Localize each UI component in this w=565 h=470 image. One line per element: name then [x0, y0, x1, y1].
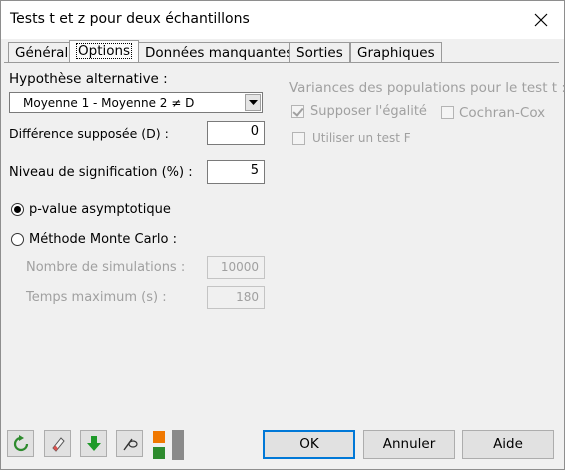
- simulations-label: Nombre de simulations :: [26, 260, 186, 275]
- help-button[interactable]: Aide: [462, 430, 554, 459]
- variances-label: Variances des populations pour le test t…: [289, 80, 565, 96]
- reset-button[interactable]: [7, 430, 34, 457]
- close-button[interactable]: [518, 1, 564, 39]
- dropdown-button[interactable]: [245, 94, 261, 111]
- max-time-label: Temps maximum (s) :: [26, 290, 167, 305]
- eraser-icon: [51, 436, 65, 452]
- layout-toggle-button[interactable]: [152, 430, 166, 460]
- chevron-down-icon: [248, 99, 258, 105]
- move-down-button[interactable]: [80, 430, 107, 457]
- alt-hypothesis-value: Moyenne 1 - Moyenne 2 ≠ D: [23, 96, 195, 110]
- tab-options[interactable]: Options: [69, 40, 140, 63]
- reset-icon: [13, 434, 28, 451]
- tab-general[interactable]: Général: [8, 42, 76, 63]
- difference-input[interactable]: 0: [207, 121, 265, 145]
- ok-button[interactable]: OK: [263, 430, 355, 459]
- difference-label: Différence supposée (D) :: [9, 126, 169, 141]
- significance-input[interactable]: 5: [207, 160, 265, 184]
- layout-toggle-bar[interactable]: [172, 430, 184, 460]
- layout-toggle-icon: [153, 431, 165, 459]
- f-test-checkbox[interactable]: [292, 132, 305, 145]
- window-title: Tests t et z pour deux échantillons: [10, 11, 250, 27]
- max-time-input[interactable]: 180: [207, 286, 265, 309]
- cochran-cox-checkbox[interactable]: [441, 106, 454, 119]
- tab-charts[interactable]: Graphiques: [350, 42, 442, 63]
- equal-variance-label: Supposer l'égalité: [310, 104, 427, 119]
- f-test-label: Utiliser un test F: [312, 131, 411, 145]
- alt-hypothesis-label: Hypothèse alternative :: [9, 71, 168, 87]
- tab-missing-data[interactable]: Données manquantes: [138, 42, 301, 63]
- pvalue-asymptotic-radio[interactable]: [11, 203, 24, 216]
- simulations-input[interactable]: 10000: [207, 256, 265, 279]
- equal-variance-checkbox[interactable]: [291, 105, 304, 118]
- cochran-cox-label: Cochran-Cox: [459, 105, 546, 121]
- pointer-icon: [122, 438, 138, 450]
- tab-outputs[interactable]: Sorties: [289, 42, 350, 63]
- alt-hypothesis-select[interactable]: Moyenne 1 - Moyenne 2 ≠ D: [9, 92, 263, 113]
- selection-button[interactable]: [116, 430, 143, 457]
- eraser-button[interactable]: [44, 430, 71, 457]
- cancel-button[interactable]: Annuler: [363, 430, 455, 459]
- close-icon: [534, 13, 548, 27]
- monte-carlo-label: Méthode Monte Carlo :: [29, 232, 177, 247]
- significance-label: Niveau de signification (%) :: [9, 165, 193, 180]
- title-bar: Tests t et z pour deux échantillons: [1, 1, 564, 39]
- down-arrow-icon: [86, 435, 101, 451]
- pvalue-asymptotic-label: p-value asymptotique: [29, 202, 171, 217]
- monte-carlo-radio[interactable]: [11, 233, 24, 246]
